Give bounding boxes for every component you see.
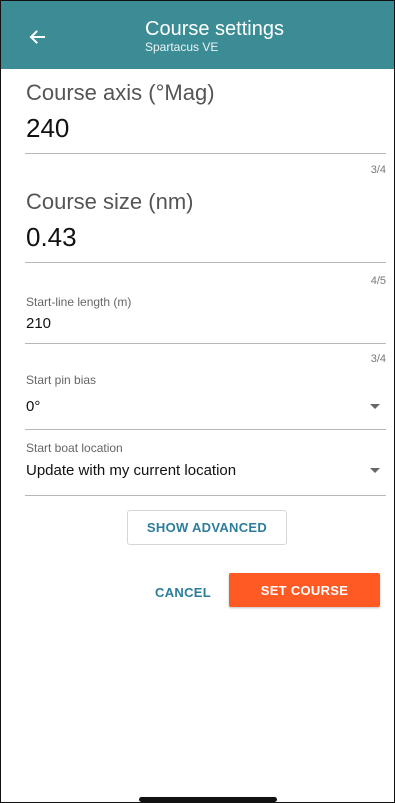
app-frame: Course settings Spartacus VE Course axis… [0,0,395,803]
start-line-length-label: Start-line length (m) [26,295,132,309]
start-boat-location-label: Start boat location [26,441,123,455]
cancel-button[interactable]: CANCEL [149,579,217,605]
course-size-value[interactable]: 0.43 [26,222,77,253]
start-pin-bias-select[interactable]: Start pin bias 0° [25,369,386,431]
start-line-length-underline [25,343,386,344]
start-pin-bias-underline [25,429,386,430]
chevron-down-icon[interactable] [370,404,380,409]
course-axis-value[interactable]: 240 [26,113,69,144]
course-size-field[interactable]: Course size (nm) 0.43 4/5 [25,181,386,299]
home-indicator[interactable] [139,797,277,802]
page-title: Course settings [145,18,284,40]
start-line-length-field[interactable]: Start-line length (m) 210 3/4 [25,291,386,371]
start-boat-location-select[interactable]: Start boat location Update with my curre… [25,437,386,499]
course-axis-counter: 3/4 [370,164,386,176]
start-line-length-value[interactable]: 210 [26,315,51,332]
course-size-label: Course size (nm) [26,189,194,214]
back-button[interactable] [23,23,51,51]
chevron-down-icon[interactable] [370,468,380,473]
start-line-length-counter: 3/4 [370,353,386,365]
course-size-underline [25,262,386,263]
show-advanced-button[interactable]: SHOW ADVANCED [127,510,287,545]
set-course-button[interactable]: SET COURSE [229,573,380,607]
title-block: Course settings Spartacus VE [145,18,284,54]
start-pin-bias-value[interactable]: 0° [26,398,40,415]
start-boat-location-value[interactable]: Update with my current location [26,462,236,479]
course-axis-underline [25,153,386,154]
course-axis-field[interactable]: Course axis (°Mag) 240 3/4 [25,69,386,181]
course-axis-label: Course axis (°Mag) [26,80,215,105]
app-bar: Course settings Spartacus VE [1,1,394,69]
course-size-counter: 4/5 [370,275,386,287]
start-pin-bias-label: Start pin bias [26,373,97,387]
start-boat-location-underline [25,495,386,496]
arrow-left-icon [29,30,45,44]
page-subtitle: Spartacus VE [145,40,219,54]
